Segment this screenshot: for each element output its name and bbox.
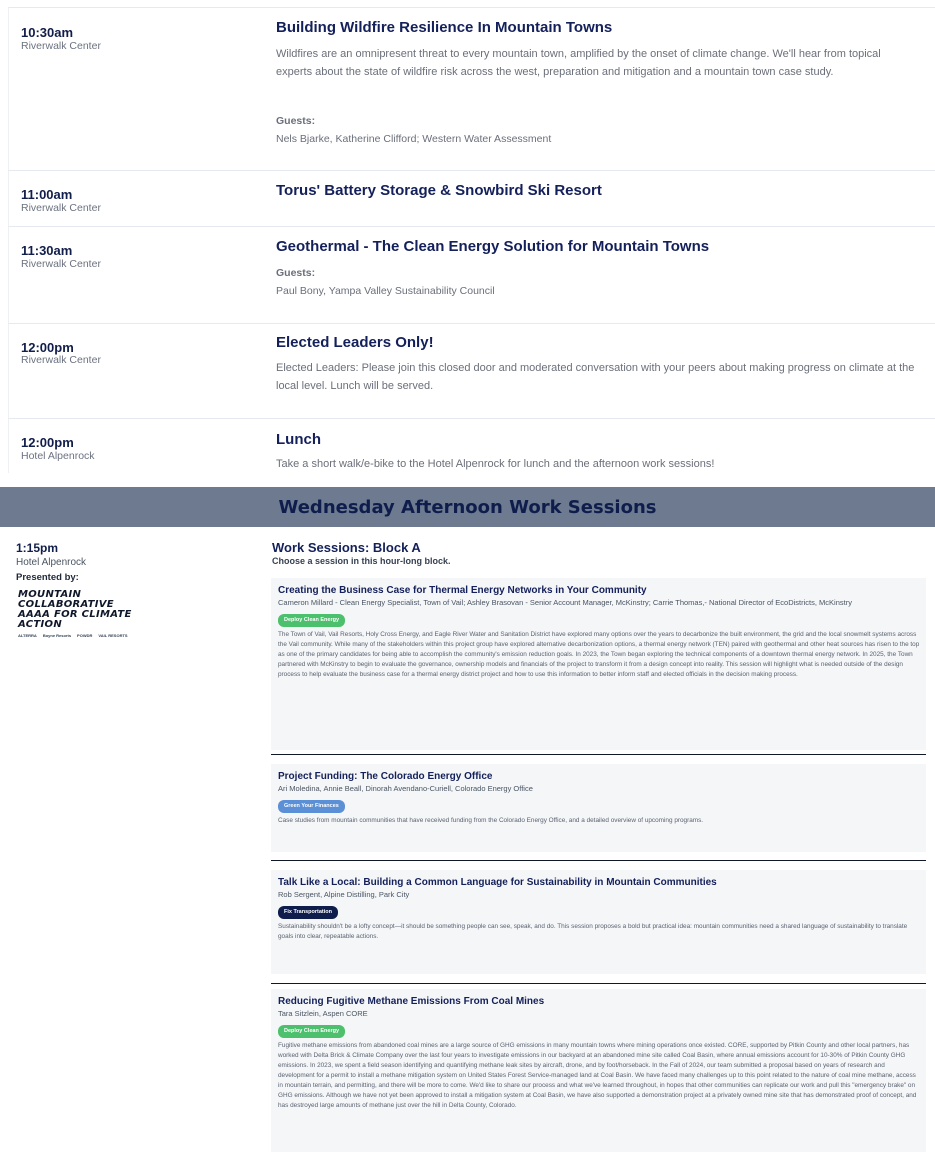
session-tag[interactable]: Green Your Finances [278,800,345,813]
session-card[interactable]: Reducing Fugitive Methane Emissions From… [271,989,926,1152]
event-title[interactable]: Torus' Battery Storage & Snowbird Ski Re… [276,182,602,199]
partner-logo: POWDR [77,633,93,638]
session-divider [271,983,926,984]
session-title[interactable]: Reducing Fugitive Methane Emissions From… [278,995,920,1008]
event-card: 11:00am Riverwalk Center Torus' Battery … [8,170,935,226]
session-speakers: Ari Moledina, Annie Beall, Dinorah Avend… [278,784,533,793]
event-title[interactable]: Building Wildfire Resilience In Mountain… [276,19,612,36]
event-title[interactable]: Elected Leaders Only! [276,334,434,351]
partner-logo: Boyne Resorts [42,633,72,638]
session-divider [271,754,926,755]
section-banner: Wednesday Afternoon Work Sessions [0,487,935,527]
partner-logo: ALTERRA [18,633,37,638]
session-title[interactable]: Creating the Business Case for Thermal E… [278,584,920,597]
session-speakers: Tara Sitzlein, Aspen CORE [278,1009,368,1018]
logo-line1: MOUNTAIN COLLABORATIVE [18,589,114,610]
session-tag[interactable]: Deploy Clean Energy [278,614,346,627]
partner-logo: VAIL RESORTS [98,633,128,638]
presented-by-label: Presented by: [16,572,79,583]
session-speakers: Rob Sergent, Alpine Distilling, Park Cit… [278,890,410,899]
block-subtitle: Choose a session in this hour-long block… [272,556,451,566]
banner-title: Wednesday Afternoon Work Sessions [278,496,657,518]
event-location: Riverwalk Center [21,258,101,270]
work-session-location: Hotel Alpenrock [16,557,87,568]
event-time: 12:00pm [21,435,74,450]
event-card: 10:30am Riverwalk Center Building Wildfi… [8,7,935,170]
event-location: Hotel Alpenrock [21,450,95,462]
guests-label: Guests: [276,115,316,127]
event-title[interactable]: Geothermal - The Clean Energy Solution f… [276,238,709,255]
event-card: 12:00pm Hotel Alpenrock Lunch Take a sho… [8,418,935,473]
session-description: Case studies from mountain communities t… [278,817,704,824]
block-title: Work Sessions: Block A [272,540,421,555]
event-location: Riverwalk Center [21,202,101,214]
event-location: Riverwalk Center [21,40,101,52]
session-tag[interactable]: Fix Transportation [278,906,338,919]
session-description: Sustainability shouldn't be a lofty conc… [278,923,908,940]
event-description: Take a short walk/e-bike to the Hotel Al… [276,458,715,470]
guests-names: Nels Bjarke, Katherine Clifford; Western… [276,133,552,145]
session-description: Fugitive methane emissions from abandone… [278,1042,917,1109]
work-session-time: 1:15pm [16,541,59,555]
session-speakers: Cameron Millard - Clean Energy Specialis… [278,598,852,607]
session-title[interactable]: Talk Like a Local: Building a Common Lan… [278,876,920,889]
session-card[interactable]: Creating the Business Case for Thermal E… [271,578,926,750]
session-title[interactable]: Project Funding: The Colorado Energy Off… [278,770,920,783]
session-description: The Town of Vail, Vail Resorts, Holy Cro… [278,631,920,678]
event-time: 11:30am [21,243,73,258]
session-card[interactable]: Talk Like a Local: Building a Common Lan… [271,870,926,974]
logo-line2: AAAA FOR CLIMATE ACTION [18,609,132,630]
event-time: 10:30am [21,25,74,40]
session-divider [271,860,926,861]
session-card[interactable]: Project Funding: The Colorado Energy Off… [271,764,926,852]
event-description: Elected Leaders: Please join this closed… [276,362,915,392]
event-description: Wildfires are an omnipresent threat to e… [276,48,881,78]
event-card: 11:30am Riverwalk Center Geothermal - Th… [8,226,935,323]
sponsor-logo[interactable]: MOUNTAIN COLLABORATIVE AAAA FOR CLIMATE … [18,589,168,639]
event-time: 11:00am [21,187,73,202]
guests-label: Guests: [276,267,316,279]
event-title[interactable]: Lunch [276,431,321,448]
logo-partners: ALTERRA Boyne Resorts POWDR VAIL RESORTS [18,633,168,638]
session-tag[interactable]: Deploy Clean Energy [278,1025,346,1038]
event-location: Riverwalk Center [21,354,101,366]
event-card: 12:00pm Riverwalk Center Elected Leaders… [8,323,935,418]
event-time: 12:00pm [21,340,74,355]
guests-names: Paul Bony, Yampa Valley Sustainability C… [276,285,495,297]
